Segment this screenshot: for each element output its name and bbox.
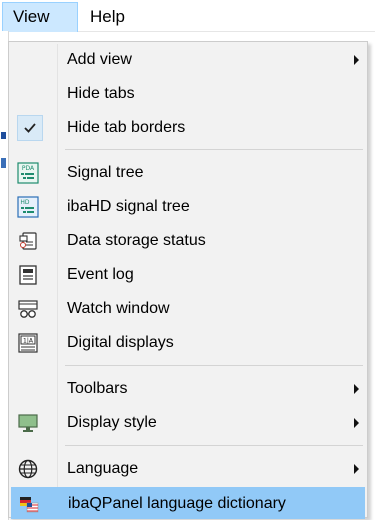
menu-item-label: Toolbars (67, 380, 128, 397)
menu-item-language-dictionary[interactable]: ibaQPanel language dictionary (11, 487, 365, 519)
menu-item-display-style[interactable]: Display style (11, 407, 365, 439)
menu-item-label: Data storage status (67, 232, 206, 249)
submenu-arrow-icon (354, 464, 359, 474)
watch-window-icon (17, 298, 39, 320)
menu-item-label: ibaQPanel language dictionary (68, 495, 286, 512)
event-log-icon (17, 264, 39, 286)
data-storage-icon (17, 230, 39, 252)
view-dropdown-menu: Add view Hide tabs Hide tab borders PDA … (8, 41, 368, 519)
monitor-icon (17, 412, 39, 434)
hd-tree-icon: HD (17, 196, 39, 218)
menu-item-label: Watch window (67, 300, 170, 317)
menu-item-label: Hide tabs (67, 85, 135, 102)
checkmark-icon (17, 115, 43, 141)
menu-item-hide-tabs[interactable]: Hide tabs (11, 78, 365, 110)
menu-item-add-view[interactable]: Add view (11, 44, 365, 76)
menu-separator (65, 365, 363, 366)
app-edge-mark (1, 158, 6, 168)
menu-item-digital-displays[interactable]: 1|A Digital displays (11, 327, 365, 359)
menu-item-label: Language (67, 460, 139, 477)
submenu-arrow-icon (354, 418, 359, 428)
menu-item-language[interactable]: Language (11, 453, 365, 485)
app-edge-mark (1, 132, 6, 139)
pda-tree-icon: PDA (17, 162, 39, 184)
menu-item-label: Add view (67, 51, 132, 68)
menu-separator (65, 149, 363, 150)
svg-text:PDA: PDA (22, 165, 35, 172)
menu-view[interactable]: View (2, 2, 78, 32)
submenu-arrow-icon (354, 384, 359, 394)
menu-item-label: ibaHD signal tree (67, 198, 190, 215)
menu-item-ibahd-signal-tree[interactable]: HD ibaHD signal tree (11, 191, 365, 223)
digital-display-icon: 1|A (17, 332, 39, 354)
menu-separator (65, 445, 363, 446)
menu-item-data-storage-status[interactable]: Data storage status (11, 225, 365, 257)
menu-item-signal-tree[interactable]: PDA Signal tree (11, 157, 365, 189)
flags-icon (18, 493, 40, 515)
menu-item-watch-window[interactable]: Watch window (11, 293, 365, 325)
menu-item-hide-tab-borders[interactable]: Hide tab borders (11, 112, 365, 144)
menu-item-label: Digital displays (67, 334, 174, 351)
menu-item-event-log[interactable]: Event log (11, 259, 365, 291)
menu-item-label: Signal tree (67, 164, 144, 181)
menu-bar: View Help (0, 0, 375, 32)
menu-item-label: Hide tab borders (67, 119, 186, 136)
svg-text:1|A: 1|A (23, 338, 34, 345)
globe-icon (17, 458, 39, 480)
svg-text:HD: HD (20, 199, 30, 206)
menu-item-label: Event log (67, 266, 134, 283)
menu-item-label: Display style (67, 414, 157, 431)
submenu-arrow-icon (354, 55, 359, 65)
menu-item-toolbars[interactable]: Toolbars (11, 373, 365, 405)
menu-help[interactable]: Help (82, 2, 144, 32)
